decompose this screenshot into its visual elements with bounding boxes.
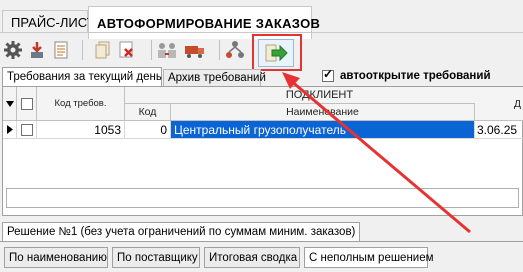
annotation-arrow: [282, 72, 471, 234]
